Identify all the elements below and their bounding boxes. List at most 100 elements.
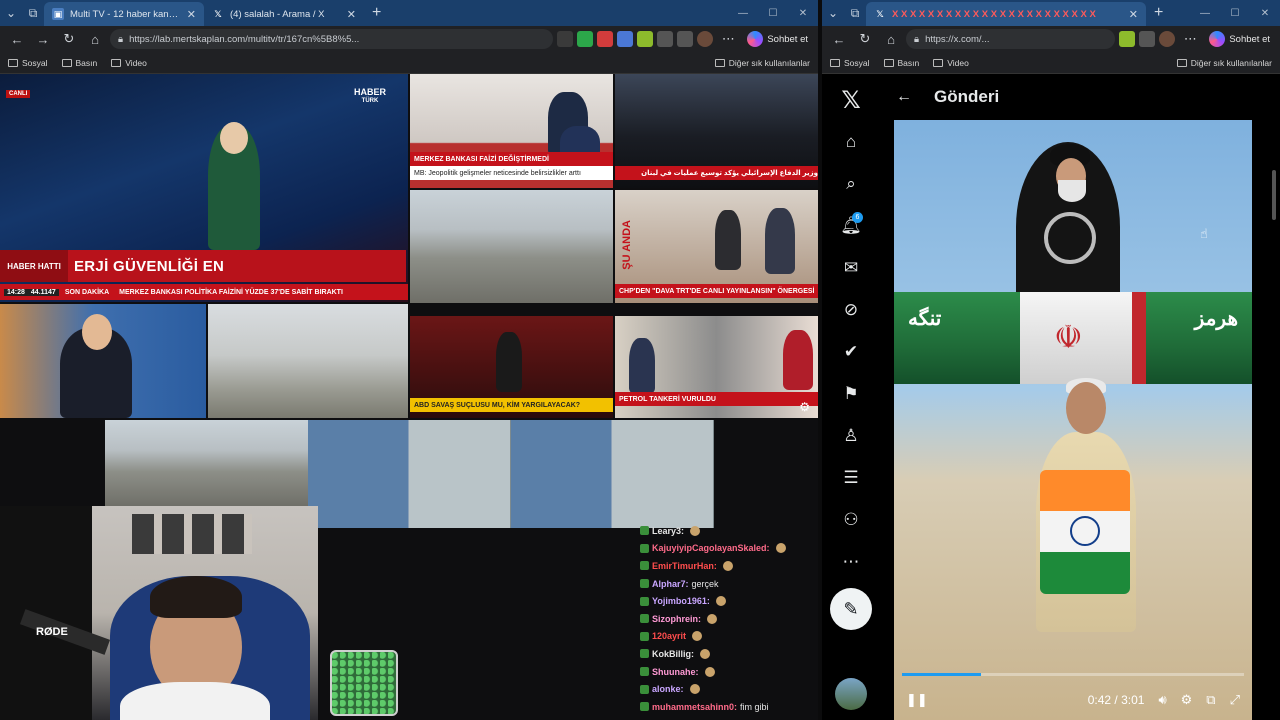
tv-tile-jerusalem[interactable] — [105, 420, 308, 506]
bookmark-folder[interactable]: Video — [111, 58, 147, 68]
tv-tile-merkez[interactable]: MERKEZ BANKASI FAİZİ DEĞİŞTİRMEDİ MB: Je… — [410, 74, 613, 188]
grok-icon[interactable]: ⊘ — [833, 292, 869, 328]
x-user-avatar[interactable] — [835, 678, 867, 710]
extension-icon[interactable] — [597, 31, 614, 47]
extension-icon[interactable] — [657, 31, 674, 47]
tab-menu-icon[interactable]: ⌄ — [822, 2, 844, 24]
tv-tile-chp[interactable]: ŞU ANDA CHP'DEN "DAVA TRT'DE CANLI YAYIN… — [615, 190, 818, 303]
other-bookmarks[interactable]: Diğer sık kullanılanlar — [1176, 58, 1272, 68]
tv-tile-petrol[interactable]: PETROL TANKERİ VURULDU ⚙ — [615, 316, 818, 418]
chat-username[interactable]: EmirTimurHan: — [652, 561, 717, 571]
extension-icon[interactable] — [617, 31, 634, 47]
verified-icon[interactable]: ✔ — [833, 334, 869, 370]
profile-icon[interactable]: ⚇ — [833, 502, 869, 538]
more-icon[interactable]: ⋯ — [833, 544, 869, 580]
back-arrow-icon[interactable]: ← — [896, 88, 912, 106]
back-icon[interactable]: ← — [828, 28, 850, 50]
close-window-icon[interactable]: ✕ — [1250, 8, 1280, 19]
tab-x-post[interactable]: 𝕏 X X X X X X X X X X X X X X X X X X X … — [866, 2, 1146, 26]
chat-username[interactable]: KajuyiyipCagolayanSkaled: — [652, 543, 770, 553]
close-window-icon[interactable]: ✕ — [788, 8, 818, 19]
refresh-icon[interactable]: ↻ — [58, 28, 80, 50]
page-scrollbar[interactable] — [1272, 170, 1276, 220]
url-field[interactable]: 🔒︎ https://x.com/... — [906, 29, 1116, 49]
video-progress-bar[interactable] — [902, 673, 1244, 676]
tab-x-search[interactable]: 𝕏 (4) salalah - Arama / X ✕ — [204, 2, 364, 26]
volume-icon[interactable]: 🔊︎ — [1158, 692, 1166, 708]
extension-icon[interactable] — [637, 31, 654, 47]
jobs-icon[interactable]: ♙ — [833, 418, 869, 454]
chat-username[interactable]: Sizophrein: — [652, 614, 701, 624]
refresh-icon[interactable]: ↻ — [854, 28, 876, 50]
chat-username[interactable]: Leary3: — [652, 526, 684, 536]
chat-username[interactable]: muhammetsahinn0: — [652, 702, 737, 712]
forward-icon[interactable]: → — [32, 28, 54, 50]
extension-icon[interactable] — [1139, 31, 1156, 47]
minimize-icon[interactable]: — — [728, 8, 758, 19]
chat-username[interactable]: Yojimbo1961: — [652, 596, 710, 606]
close-tab-icon[interactable]: ✕ — [1129, 8, 1138, 21]
home-nav-icon[interactable]: ⌂ — [833, 124, 869, 160]
tv-tile-haberturk[interactable]: CANLI HABER TÜRK HABER HATTI ERJİ GÜVENLİ… — [0, 74, 408, 302]
copilot-button[interactable]: Sohbet et — [1205, 31, 1274, 47]
tv-tile-camera-grid[interactable] — [308, 420, 714, 528]
maximize-icon[interactable]: ☐ — [1220, 8, 1250, 19]
bell-icon[interactable]: 🔔︎ 6 — [833, 208, 869, 244]
extension-icon[interactable] — [557, 31, 574, 47]
search-nav-icon[interactable]: ⌕ — [833, 166, 869, 202]
tv-tile-map-anchor[interactable] — [0, 304, 206, 418]
other-bookmarks[interactable]: Diğer sık kullanılanlar — [714, 58, 810, 68]
extension-icon[interactable] — [577, 31, 594, 47]
new-tab-button[interactable]: + — [364, 4, 389, 22]
chat-username[interactable]: Shuunahe: — [652, 667, 699, 677]
profile-avatar[interactable] — [697, 31, 714, 47]
bookmark-folder[interactable]: Video — [933, 58, 969, 68]
new-tab-button[interactable]: + — [1146, 4, 1171, 22]
tab-multitv[interactable]: ▣ Multi TV - 12 haber kanalını aynı a ✕ — [44, 2, 204, 26]
workspaces-icon[interactable]: ⧉ — [22, 2, 44, 24]
settings-icon[interactable]: ⚙ — [1181, 692, 1193, 708]
close-tab-icon[interactable]: ✕ — [347, 8, 356, 21]
profile-avatar[interactable] — [1159, 31, 1176, 47]
minimize-icon[interactable]: — — [1190, 8, 1220, 19]
bookmark-label: Video — [947, 57, 969, 68]
bookmark-folder[interactable]: Basın — [883, 57, 920, 68]
bookmark-icon[interactable]: ⚑ — [833, 376, 869, 412]
home-icon[interactable]: ⌂ — [880, 28, 902, 50]
post-icon[interactable]: ✎ — [830, 588, 872, 630]
bookmark-folder[interactable]: Basın — [61, 58, 97, 68]
home-icon[interactable]: ⌂ — [84, 28, 106, 50]
copilot-button[interactable]: Sohbet et — [743, 31, 812, 47]
extension-icon[interactable] — [677, 31, 694, 47]
tv-tile-city-1[interactable] — [410, 190, 613, 303]
close-tab-icon[interactable]: ✕ — [187, 8, 196, 21]
folder-icon — [8, 58, 18, 67]
chat-username[interactable]: Alphar7: — [652, 579, 689, 589]
maximize-icon[interactable]: ☐ — [758, 8, 788, 19]
url-field[interactable]: 🔒︎ https://lab.mertskaplan.com/multitv/t… — [110, 29, 554, 49]
chat-username[interactable]: 120ayrit — [652, 631, 686, 641]
bookmark-folder[interactable]: Sosyal — [830, 58, 870, 68]
chat-username[interactable]: alonke: — [652, 684, 684, 694]
more-menu-icon[interactable]: ⋯ — [1179, 28, 1201, 50]
tv-tile-abd[interactable]: ABD SAVAŞ SUÇLUSU MU, KİM YARGILAYACAK? — [410, 316, 613, 418]
more-menu-icon[interactable]: ⋯ — [717, 28, 739, 50]
bookmark-folder[interactable]: Sosyal — [8, 58, 48, 68]
pip-icon[interactable]: ⧉ — [1206, 692, 1215, 708]
bookmark-label: Basın — [897, 57, 920, 68]
tv-tile-city-2[interactable] — [208, 304, 408, 418]
mail-icon[interactable]: ✉ — [833, 250, 869, 286]
extension-icon[interactable] — [1119, 31, 1136, 47]
back-icon[interactable]: ← — [6, 28, 28, 50]
lists-icon[interactable]: ☰ — [833, 460, 869, 496]
chat-username[interactable]: KokBillig: — [652, 649, 694, 659]
tv-tile-arabic[interactable]: وزير الدفاع الإسرائيلي يؤكد توسيع عمليات… — [615, 74, 818, 188]
pause-icon[interactable]: ❚❚ — [906, 692, 928, 708]
fullscreen-icon[interactable]: ⤢ — [1230, 692, 1240, 708]
tab-menu-icon[interactable]: ⌄ — [0, 2, 22, 24]
video-player[interactable]: تنگه هرمز ☫ ❚❚ 0:42 / 3:01 🔊︎ ⚙ ⧉ ⤢ ☝ — [894, 120, 1252, 720]
x-logo-icon[interactable]: 𝕏 — [833, 82, 869, 118]
workspaces-icon[interactable]: ⧉ — [844, 2, 866, 24]
gear-icon[interactable]: ⚙ — [799, 400, 810, 414]
bookmarks-bar: Sosyal Basın Video Diğer sık kullanılanl… — [822, 52, 1280, 74]
